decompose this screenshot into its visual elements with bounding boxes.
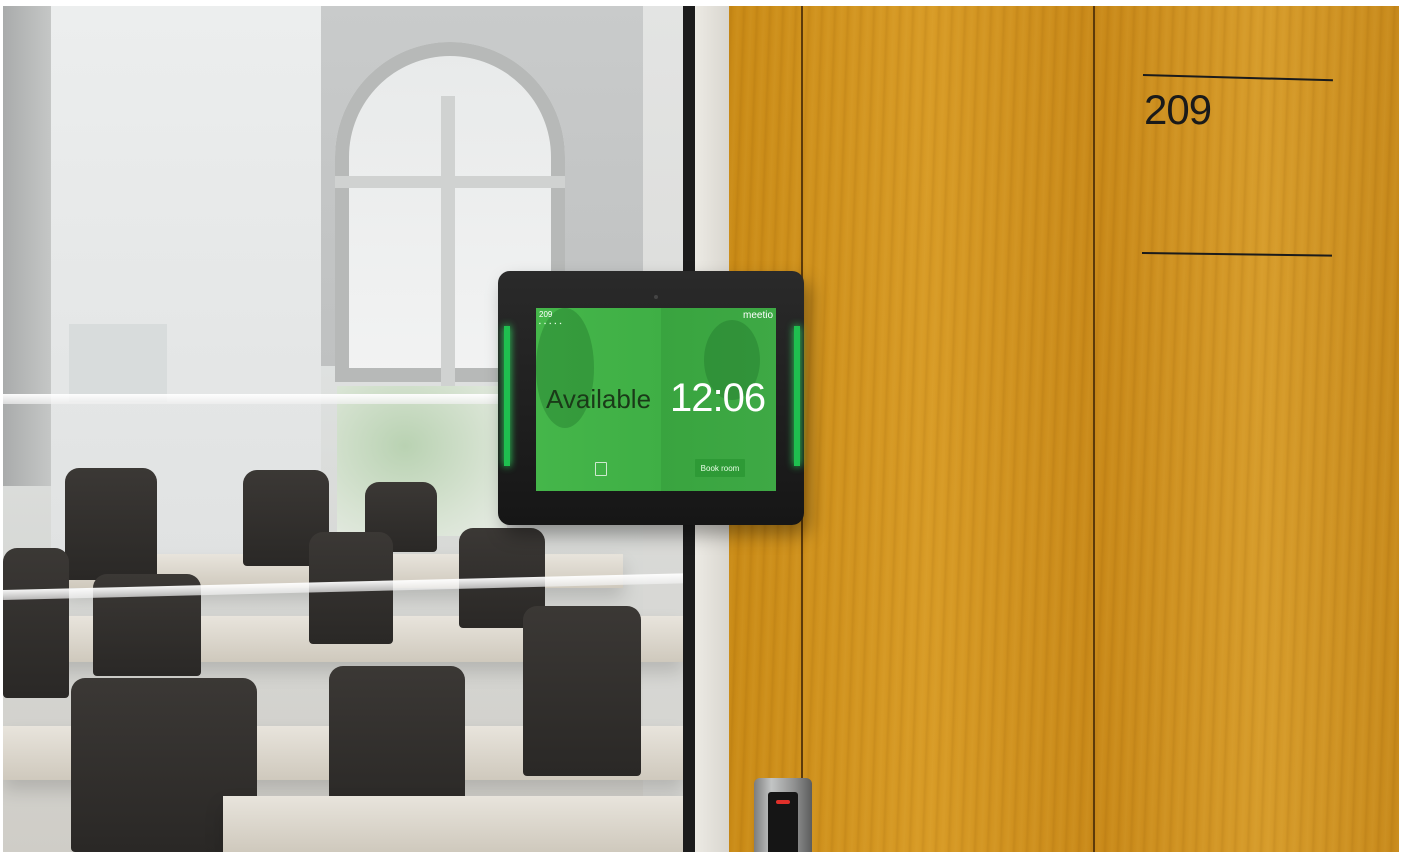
chair — [329, 666, 465, 816]
chair — [523, 606, 641, 776]
camera-icon — [654, 295, 658, 299]
room-pillar — [3, 6, 51, 486]
clock: 12:06 — [670, 376, 766, 420]
desk — [223, 796, 683, 852]
tablet-led-left — [504, 326, 510, 466]
wall-poster — [69, 324, 167, 402]
screen-room-label: 209 — [539, 310, 553, 319]
card-reader-led — [776, 800, 790, 804]
calendar-icon[interactable] — [595, 462, 607, 476]
tablet-led-right — [794, 326, 800, 466]
window-mullion — [335, 176, 565, 188]
room-booking-tablet: 209 ▪ ▪ ▪ ▪ ▪ meetio Available 12:06 Boo… — [498, 271, 804, 525]
chair — [3, 548, 69, 698]
room-number-sign: 209 — [1144, 86, 1212, 133]
brand-logo: meetio — [742, 310, 773, 321]
office-door-scene: 209 209 ▪ ▪ ▪ ▪ ▪ meetio Available 12:06… — [3, 6, 1399, 852]
status-icons: ▪ ▪ ▪ ▪ ▪ — [539, 321, 563, 327]
door-seam — [1093, 6, 1095, 852]
tablet-screen: 209 ▪ ▪ ▪ ▪ ▪ meetio Available 12:06 Boo… — [536, 308, 776, 491]
book-room-button[interactable]: Book room — [695, 459, 745, 477]
availability-status: Available — [546, 384, 652, 414]
card-reader-face — [768, 792, 798, 852]
card-reader[interactable] — [754, 778, 812, 852]
chair — [65, 468, 157, 580]
wood-door — [729, 6, 1399, 852]
